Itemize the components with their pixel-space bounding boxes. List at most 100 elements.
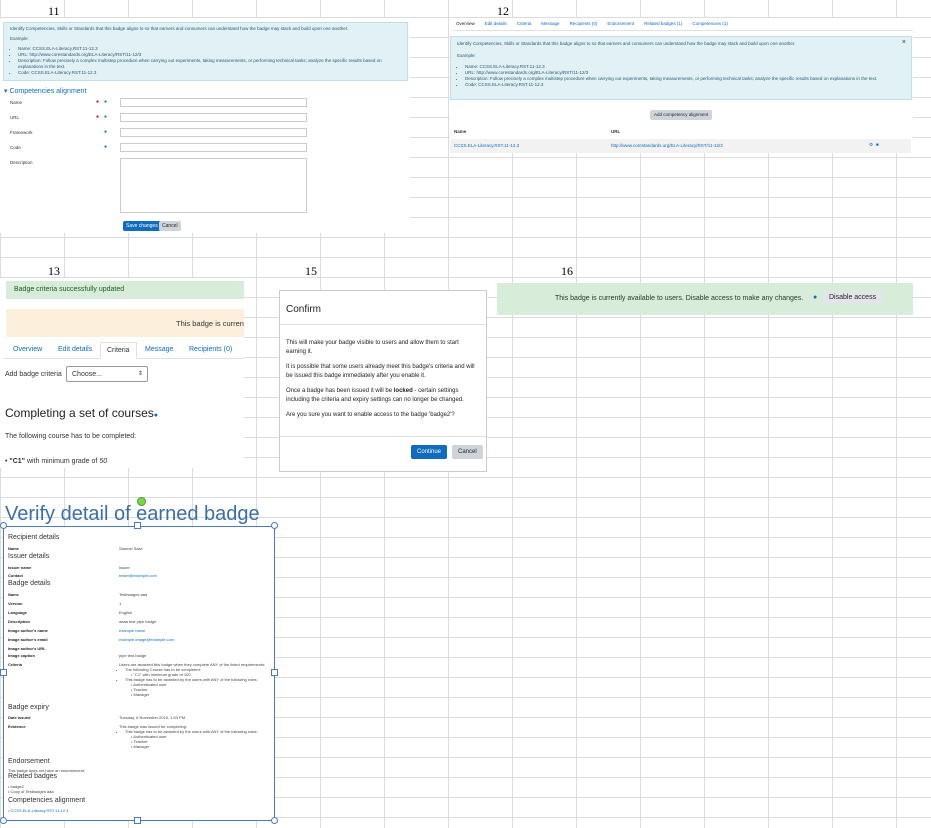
resize-handle[interactable] — [134, 817, 141, 824]
help-icon[interactable]: ● — [104, 99, 107, 105]
save-changes-button[interactable]: Save changes — [123, 221, 161, 231]
resize-handle[interactable] — [271, 669, 278, 676]
panel-13-criteria: Badge criteria successfully updated This… — [0, 278, 244, 468]
tab-message[interactable]: Message — [541, 21, 559, 30]
row-value: Testbadges aaa — [119, 592, 148, 597]
row-label: Description — [8, 619, 31, 624]
panel-11-competency-form: Identify Competencies, Skills or Standar… — [0, 18, 410, 233]
resize-handle[interactable] — [134, 522, 141, 529]
tab-criteria[interactable]: Criteria — [100, 342, 137, 359]
verify-title: Verify detail of earned badge — [5, 503, 260, 525]
row-value: Tuesday, 6 November 2019, 1:53 PM — [119, 715, 186, 720]
panel-15-confirm-dialog: Confirm This will make your badge visibl… — [279, 290, 487, 472]
row-value: Samuel Salvi — [119, 546, 143, 551]
rotate-handle[interactable] — [137, 497, 146, 506]
tab-message[interactable]: Message — [145, 346, 173, 353]
help-icon[interactable]: ● — [813, 294, 817, 301]
gear-icon[interactable]: ⚙ — [869, 142, 873, 148]
recipient-heading: Recipient details — [8, 534, 60, 541]
example-label: Example: — [457, 53, 476, 58]
row-name-link[interactable]: CCSS.ELA-Literacy.RST.11-12.3 — [454, 143, 519, 149]
heading-text: Competencies alignment — [9, 88, 87, 95]
dialog-body: This will make your badge visible to use… — [280, 324, 486, 437]
close-icon[interactable]: × — [902, 39, 906, 46]
panel-12-competencies-list: Overview Edit details Criteria Message R… — [450, 18, 913, 153]
disable-access-button[interactable]: Disable access — [823, 291, 883, 304]
help-icon[interactable]: ● — [104, 129, 107, 135]
grade-value: 50 — [99, 458, 108, 465]
tab-edit-details[interactable]: Edit details — [58, 346, 92, 353]
trash-icon[interactable]: ■ — [876, 142, 879, 148]
contact-link[interactable]: tester@example.com — [119, 573, 157, 578]
label-name: Name — [10, 100, 23, 105]
select-value: Choose... — [72, 371, 102, 378]
tab-edit-details[interactable]: Edit details — [485, 21, 507, 30]
code-input[interactable] — [120, 143, 307, 152]
example-code: Code: CCSS.ELA-Literacy.RST.11-12.3 — [18, 70, 401, 76]
role-text: Manager — [133, 744, 150, 749]
help-icon[interactable]: ● — [104, 114, 107, 120]
tab-criteria[interactable]: Criteria — [517, 21, 532, 30]
warning-alert: This badge is currently — [6, 309, 244, 337]
section-number-12: 12 — [497, 4, 509, 18]
competency-link[interactable]: • CCSS.ELA-Literacy.RST.11-12.3 — [8, 808, 68, 813]
cancel-button[interactable]: Cancel — [452, 445, 483, 459]
body-paragraph: Once a badge has been issued it will be … — [286, 387, 480, 405]
row-value-link[interactable]: example name — [119, 628, 145, 633]
text-part: Once a badge has been issued it will be — [286, 388, 394, 394]
resize-handle[interactable] — [271, 817, 278, 824]
row-label: Evidence — [8, 724, 26, 729]
heading-text: Completing a set of courses — [5, 406, 154, 420]
label-description: Description — [10, 160, 33, 165]
criteria-subtext: The following course has to be completed… — [5, 433, 137, 440]
name-input[interactable] — [120, 98, 307, 107]
competencies-alignment-heading[interactable]: ▾ Competencies alignment — [4, 87, 87, 95]
row-url-link[interactable]: http://www.corestandards.org/ELA-Literac… — [611, 143, 723, 149]
tab-overview[interactable]: Overview — [456, 21, 475, 30]
add-competency-alignment-button[interactable]: Add competency alignment — [650, 110, 713, 120]
chevron-updown-icon: ⇕ — [137, 371, 143, 377]
description-textarea[interactable] — [120, 158, 307, 213]
resize-handle[interactable] — [0, 817, 7, 824]
section-number-16: 16 — [561, 264, 573, 278]
criteria-select[interactable]: Choose... ⇕ — [66, 366, 148, 382]
criteria-heading: Completing a set of courses● — [5, 406, 158, 420]
continue-button[interactable]: Continue — [411, 445, 448, 459]
url-input[interactable] — [120, 113, 307, 122]
cancel-button[interactable]: Cancel — [159, 221, 181, 231]
tab-competencies[interactable]: Competencies (1) — [692, 21, 728, 30]
row-value-link[interactable]: example-image@example.com — [119, 637, 174, 642]
info-text: Identify Competencies, Skills or Standar… — [457, 41, 796, 46]
add-badge-criteria-label: Add badge criteria — [5, 371, 62, 378]
row-value: aaaa test pipe badge — [119, 619, 157, 624]
tab-related-badges[interactable]: Related badges (1) — [644, 21, 682, 30]
resize-handle[interactable] — [0, 669, 7, 676]
role-text: Manager — [133, 692, 150, 697]
panel-16-availability-alert: This badge is currently available to use… — [497, 283, 913, 315]
help-icon[interactable]: ● — [154, 412, 158, 419]
tab-overview[interactable]: Overview — [13, 346, 42, 353]
resize-handle[interactable] — [271, 522, 278, 529]
row-label: Language — [8, 610, 27, 615]
table-row: CCSS.ELA-Literacy.RST.11-12.3 http://www… — [450, 139, 911, 153]
related-heading: Related badges — [8, 773, 58, 780]
help-icon[interactable]: ● — [104, 144, 107, 150]
tab-recipients[interactable]: Recipients (0) — [189, 346, 232, 353]
item-text: with minimum grade of — [25, 458, 100, 465]
label-framework: Framework — [10, 130, 33, 135]
resize-handle[interactable] — [0, 522, 7, 529]
success-alert: Badge criteria successfully updated — [6, 281, 244, 299]
framework-input[interactable] — [120, 128, 307, 137]
criteria-item: • "C1" with minimum grade of 50 — [5, 458, 108, 465]
tab-endorsement[interactable]: Endorsement — [607, 21, 634, 30]
row-label: Issuer name — [8, 565, 32, 570]
expiry-heading: Badge expiry — [8, 704, 49, 711]
row-label: Contact — [8, 573, 23, 578]
tab-recipients[interactable]: Recipients (0) — [570, 21, 598, 30]
row-label: Version — [8, 601, 23, 606]
info-text: Identify Competencies, Skills or Standar… — [10, 26, 349, 31]
info-box: Identify Competencies, Skills or Standar… — [450, 36, 912, 100]
competencies-heading: Competencies alignment — [8, 797, 86, 804]
related-list: • badge2 • Copy of Testbadges aaa — [8, 784, 54, 794]
section-number-13: 13 — [48, 264, 60, 278]
